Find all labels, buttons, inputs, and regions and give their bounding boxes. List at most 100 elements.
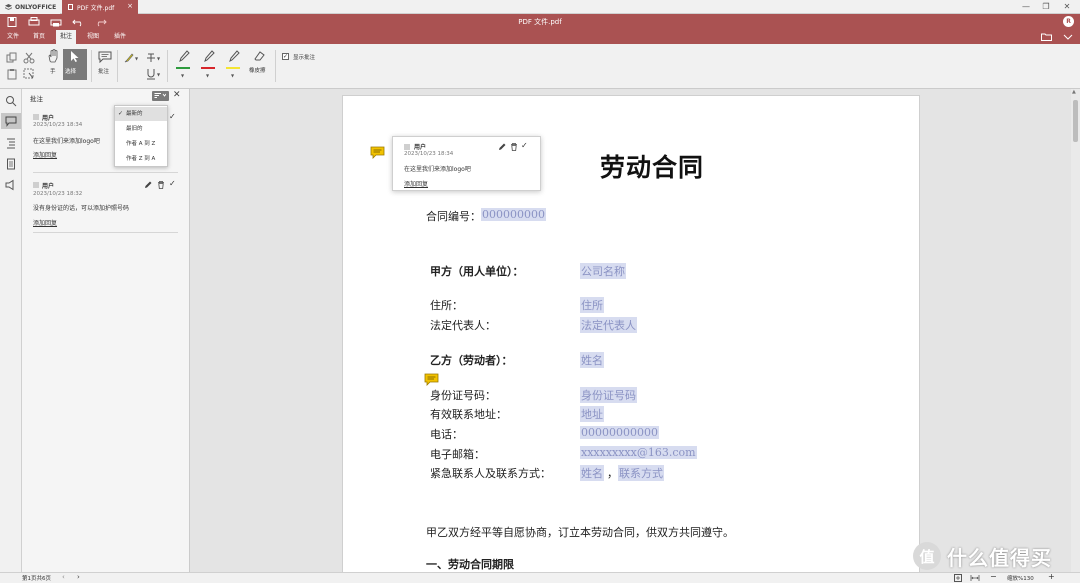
- tab-document[interactable]: PDF 文件.pdf ×: [62, 0, 138, 14]
- open-location-icon[interactable]: [1041, 33, 1052, 41]
- previous-page-icon[interactable]: ‹: [62, 573, 65, 581]
- red-swatch[interactable]: [201, 67, 215, 69]
- feedback-icon[interactable]: [5, 179, 17, 191]
- strikethrough-icon[interactable]: [145, 52, 157, 64]
- fit-page-icon[interactable]: [954, 574, 962, 582]
- chevron-down-icon[interactable]: ▼: [181, 73, 184, 78]
- chevron-down-icon[interactable]: ▼: [206, 73, 209, 78]
- emergency-contact-field[interactable]: 联系方式: [618, 465, 664, 481]
- comment-text: 没有身份证的话，可以添加护照号码: [33, 205, 130, 212]
- scroll-up-icon[interactable]: ▲: [1072, 89, 1076, 95]
- comment-date: 2023/10/23 18:34: [33, 122, 83, 128]
- eraser-icon[interactable]: [253, 50, 265, 62]
- phone-field[interactable]: 00000000000: [580, 426, 659, 439]
- agreement-text: 甲乙双方经平等自愿协商，订立本劳动合同，供双方共同遵守。: [426, 526, 734, 539]
- resolve-icon[interactable]: ✓: [169, 112, 176, 121]
- select-all-icon[interactable]: [23, 68, 35, 80]
- resolve-icon[interactable]: ✓: [169, 179, 176, 188]
- sort-author-za-option[interactable]: 作者 Z 到 A: [115, 152, 167, 166]
- user-color-box: [404, 144, 410, 150]
- user-color-box: [33, 182, 39, 188]
- toolbar: 手 选择 批注 ▼ ▼ ▼ ▼ ▼ ▼ 橡皮擦 ✓ 显示批注: [0, 44, 1080, 89]
- zoom-level: 缩放%130: [1007, 576, 1034, 582]
- comment-marker-icon[interactable]: [424, 373, 439, 386]
- next-page-icon[interactable]: ›: [77, 573, 80, 581]
- popup-text: 在这里我们来添加logo吧: [404, 166, 471, 173]
- menu-file[interactable]: 文件: [3, 30, 23, 44]
- show-comments-label: 显示批注: [293, 55, 316, 61]
- zoom-in-button[interactable]: +: [1048, 572, 1055, 581]
- contact-address-field[interactable]: 地址: [580, 406, 604, 422]
- menu-plugins[interactable]: 插件: [110, 30, 130, 44]
- sort-option-label: 最新的: [126, 111, 143, 117]
- edit-icon[interactable]: [144, 181, 152, 189]
- comment-marker-icon[interactable]: [370, 146, 385, 159]
- menu-bar: 文件 首页 批注 视图 插件: [0, 30, 1080, 44]
- close-tab-button[interactable]: ×: [127, 2, 133, 10]
- search-icon[interactable]: [5, 95, 17, 107]
- sort-newest-option[interactable]: ✓ 最新的: [115, 107, 167, 121]
- add-reply-link[interactable]: 添加回复: [33, 218, 57, 227]
- chevron-down-icon[interactable]: ▼: [231, 73, 234, 78]
- yellow-highlighter-icon[interactable]: [228, 50, 240, 62]
- edit-icon[interactable]: [498, 143, 506, 151]
- add-reply-link[interactable]: 添加回复: [33, 150, 57, 159]
- yellow-swatch[interactable]: [226, 67, 240, 69]
- comment-divider: [33, 172, 178, 173]
- chevron-down-icon[interactable]: ▼: [157, 72, 160, 77]
- party-a-field[interactable]: 公司名称: [580, 263, 626, 279]
- green-pen-icon[interactable]: [178, 50, 190, 62]
- comments-icon[interactable]: [5, 116, 17, 128]
- sort-oldest-option[interactable]: 最旧的: [115, 122, 167, 136]
- hand-icon[interactable]: [46, 49, 60, 63]
- watermark: 值 什么值得买: [913, 539, 1052, 573]
- vertical-scrollbar[interactable]: ▲: [1071, 89, 1080, 572]
- legal-rep-field[interactable]: 法定代表人: [580, 317, 637, 333]
- party-b-field[interactable]: 姓名: [580, 352, 604, 368]
- phone-label: 电话：: [430, 428, 463, 441]
- close-window-button[interactable]: ✕: [1057, 1, 1077, 13]
- menu-annotate[interactable]: 批注: [56, 30, 77, 44]
- popup-author: 用户: [414, 144, 427, 151]
- expand-icon[interactable]: [1063, 33, 1073, 41]
- cut-icon[interactable]: [23, 52, 35, 64]
- select-tool-label: 选择: [65, 69, 77, 75]
- sort-option-label: 最旧的: [126, 126, 143, 132]
- scrollbar-thumb[interactable]: [1073, 100, 1078, 142]
- restore-button[interactable]: ❐: [1036, 1, 1056, 13]
- left-sidebar: [0, 89, 22, 572]
- emergency-name-field[interactable]: 姓名: [580, 465, 604, 481]
- underline-icon[interactable]: [145, 68, 157, 80]
- delete-icon[interactable]: [510, 143, 518, 151]
- title-bar: ONLYOFFICE PDF 文件.pdf × — ❐ ✕: [0, 0, 1080, 14]
- chevron-down-icon[interactable]: ▼: [157, 56, 160, 61]
- copy-icon[interactable]: [6, 52, 18, 64]
- email-field[interactable]: xxxxxxxxx@163.com: [580, 446, 697, 459]
- menu-home[interactable]: 首页: [29, 30, 49, 44]
- paste-icon[interactable]: [6, 68, 18, 80]
- show-comments-checkbox[interactable]: ✓: [282, 53, 289, 60]
- fit-width-icon[interactable]: [970, 574, 980, 582]
- zoom-out-button[interactable]: −: [990, 572, 997, 581]
- navigation-icon[interactable]: [5, 137, 17, 149]
- minimize-button[interactable]: —: [1016, 1, 1036, 13]
- document-title-heading: 劳动合同: [600, 153, 705, 182]
- thumbnails-icon[interactable]: [5, 158, 17, 170]
- close-panel-button[interactable]: ✕: [173, 90, 181, 100]
- contract-no-field[interactable]: 000000000: [481, 208, 546, 221]
- resolve-icon[interactable]: ✓: [521, 141, 528, 150]
- add-reply-link[interactable]: 添加回复: [404, 179, 428, 188]
- sort-author-az-option[interactable]: 作者 A 到 Z: [115, 137, 167, 151]
- highlighter-icon[interactable]: [123, 52, 135, 64]
- green-swatch[interactable]: [176, 67, 190, 69]
- chevron-down-icon[interactable]: ▼: [135, 56, 138, 61]
- address-field[interactable]: 住所: [580, 297, 604, 313]
- tab-app[interactable]: ONLYOFFICE: [0, 0, 60, 14]
- delete-icon[interactable]: [157, 181, 165, 189]
- comment-icon[interactable]: [98, 51, 112, 63]
- id-field[interactable]: 身份证号码: [580, 387, 637, 403]
- menu-view[interactable]: 视图: [83, 30, 103, 44]
- red-pen-icon[interactable]: [203, 50, 215, 62]
- user-avatar[interactable]: R: [1063, 16, 1074, 27]
- watermark-logo-icon: 值: [913, 542, 941, 570]
